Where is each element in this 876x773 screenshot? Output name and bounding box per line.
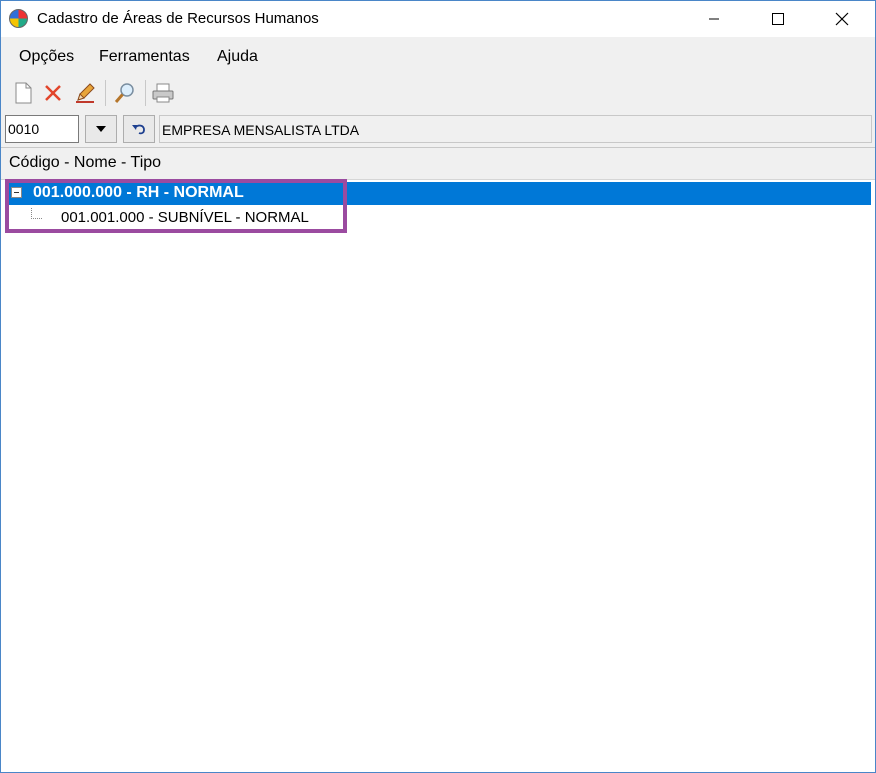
toolbar xyxy=(1,75,875,111)
tree-node-label: 001.000.000 - RH - NORMAL xyxy=(33,184,244,201)
company-code-input[interactable] xyxy=(5,115,79,143)
close-button[interactable] xyxy=(819,1,865,37)
tree-node-root[interactable]: 001.000.000 - RH - NORMAL xyxy=(5,182,871,205)
print-icon xyxy=(152,83,174,103)
company-dropdown-button[interactable] xyxy=(85,115,117,143)
main-window: Cadastro de Áreas de Recursos Humanos Op… xyxy=(0,0,876,773)
app-logo-icon xyxy=(9,9,28,28)
search-magnifier-icon xyxy=(114,83,134,103)
new-document-icon xyxy=(15,82,32,104)
menu-ajuda[interactable]: Ajuda xyxy=(217,48,258,66)
print-button[interactable] xyxy=(151,81,175,105)
collapse-icon[interactable] xyxy=(11,187,22,198)
toolbar-separator xyxy=(105,80,106,106)
minimize-icon xyxy=(709,18,719,20)
undo-button[interactable] xyxy=(123,115,155,143)
tree-node-label: 001.001.000 - SUBNÍVEL - NORMAL xyxy=(61,209,309,226)
areas-tree: Código - Nome - Tipo 001.000.000 - RH - … xyxy=(1,147,875,772)
title-bar[interactable]: Cadastro de Áreas de Recursos Humanos xyxy=(1,1,875,37)
edit-button[interactable] xyxy=(73,81,97,105)
tree-node-child[interactable]: 001.001.000 - SUBNÍVEL - NORMAL xyxy=(5,206,405,229)
tree-column-header[interactable]: Código - Nome - Tipo xyxy=(1,148,875,180)
company-selector-row: EMPRESA MENSALISTA LTDA xyxy=(1,113,875,145)
new-button[interactable] xyxy=(11,81,35,105)
undo-arrow-icon xyxy=(132,124,145,135)
delete-icon xyxy=(45,85,61,101)
window-title: Cadastro de Áreas de Recursos Humanos xyxy=(37,10,319,27)
edit-pencil-icon xyxy=(76,83,95,103)
search-button[interactable] xyxy=(113,81,137,105)
maximize-icon xyxy=(772,13,784,25)
minimize-button[interactable] xyxy=(691,1,737,37)
tree-connector-icon xyxy=(31,208,42,219)
company-name-field: EMPRESA MENSALISTA LTDA xyxy=(159,115,872,143)
delete-button[interactable] xyxy=(41,81,65,105)
maximize-button[interactable] xyxy=(755,1,801,37)
close-icon xyxy=(835,12,849,26)
chevron-down-icon xyxy=(96,126,106,132)
tree-column-header-label: Código - Nome - Tipo xyxy=(9,154,162,171)
menu-opcoes[interactable]: Opções xyxy=(19,48,74,66)
menu-ferramentas[interactable]: Ferramentas xyxy=(99,48,190,66)
toolbar-separator xyxy=(145,80,146,106)
menu-bar: Opções Ferramentas Ajuda xyxy=(1,37,875,75)
